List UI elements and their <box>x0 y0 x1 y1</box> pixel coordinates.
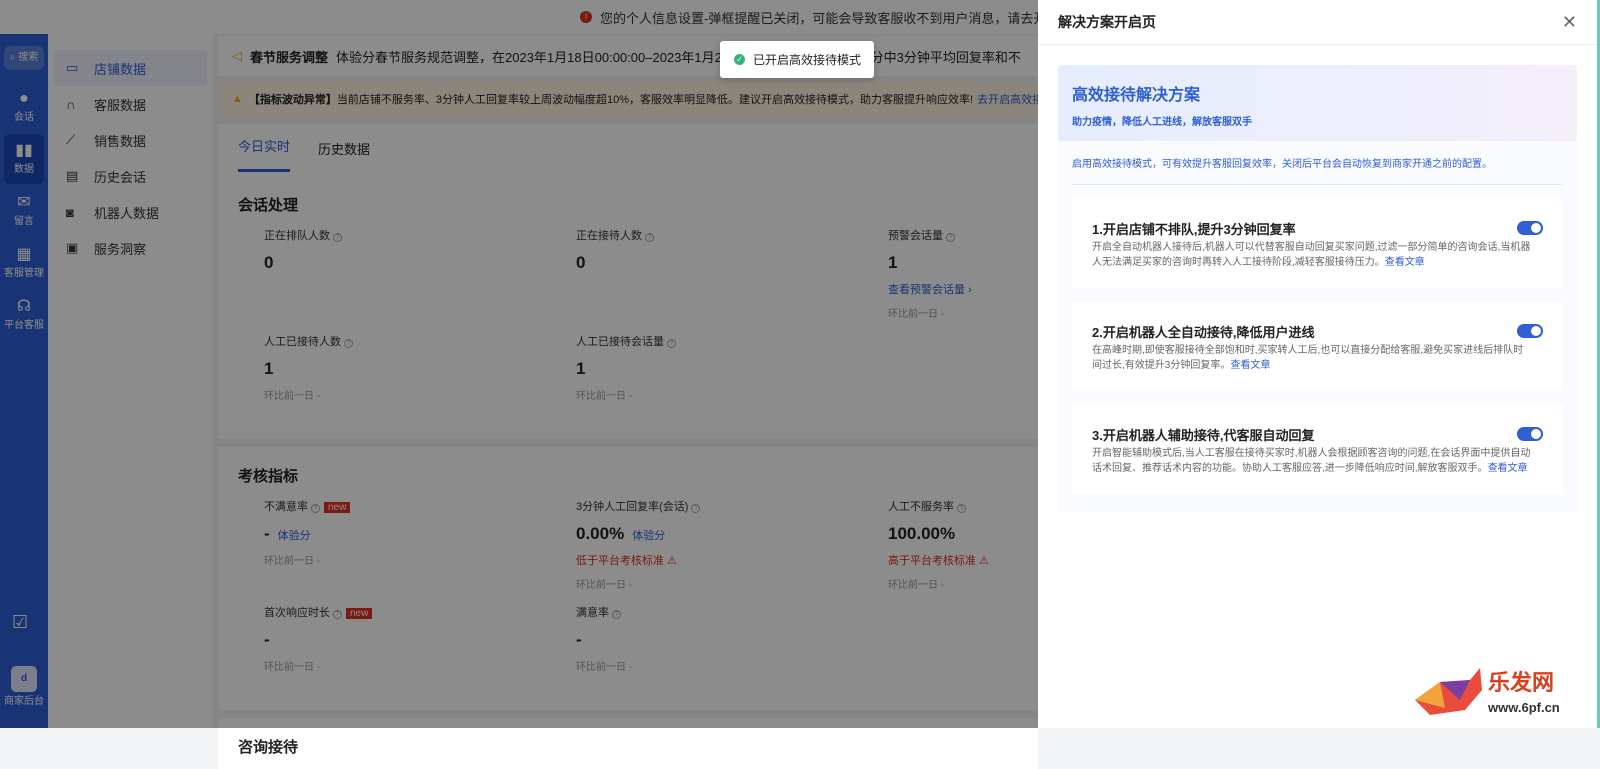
watermark-logo: 乐发网 www.6pf.cn <box>1415 668 1560 715</box>
option-toggle[interactable] <box>1517 221 1543 235</box>
intro-text: 启用高效接待模式，可有效提升客服回复效率，关闭后平台会自动恢复到商家开通之前的配… <box>1072 155 1563 185</box>
solution-option: 1.开启店铺不排队,提升3分钟回复率 开启全自动机器人接待后,机器人可以代替客服自… <box>1072 199 1563 288</box>
close-icon[interactable]: ✕ <box>1562 12 1577 33</box>
modal-overlay[interactable] <box>0 0 1038 728</box>
view-article-link[interactable]: 查看文章 <box>1230 360 1270 371</box>
hero-banner: 高效接待解决方案 助力疫情，降低人工进线，解放客服双手 <box>1058 65 1577 141</box>
solution-option: 3.开启机器人辅助接待,代客服自动回复 开启智能辅助模式后,当人工客服在接待买家时… <box>1072 405 1563 494</box>
solution-option: 2.开启机器人全自动接待,降低用户进线 在高峰时期,即使客服接待全部饱和时,买家转… <box>1072 302 1563 391</box>
drawer-title: 解决方案开启页 <box>1058 14 1156 30</box>
svg-text:乐发网: 乐发网 <box>1488 670 1554 695</box>
success-toast: ✓ 已开启高效接待模式 <box>720 41 874 78</box>
check-circle-icon: ✓ <box>734 54 745 65</box>
view-article-link[interactable]: 查看文章 <box>1488 463 1528 474</box>
view-article-link[interactable]: 查看文章 <box>1385 257 1425 268</box>
svg-text:www.6pf.cn: www.6pf.cn <box>1487 700 1560 715</box>
option-toggle[interactable] <box>1517 324 1543 338</box>
solution-drawer: 解决方案开启页 ✕ 高效接待解决方案 助力疫情，降低人工进线，解放客服双手 启用高效… <box>1038 0 1597 728</box>
option-toggle[interactable] <box>1517 427 1543 441</box>
